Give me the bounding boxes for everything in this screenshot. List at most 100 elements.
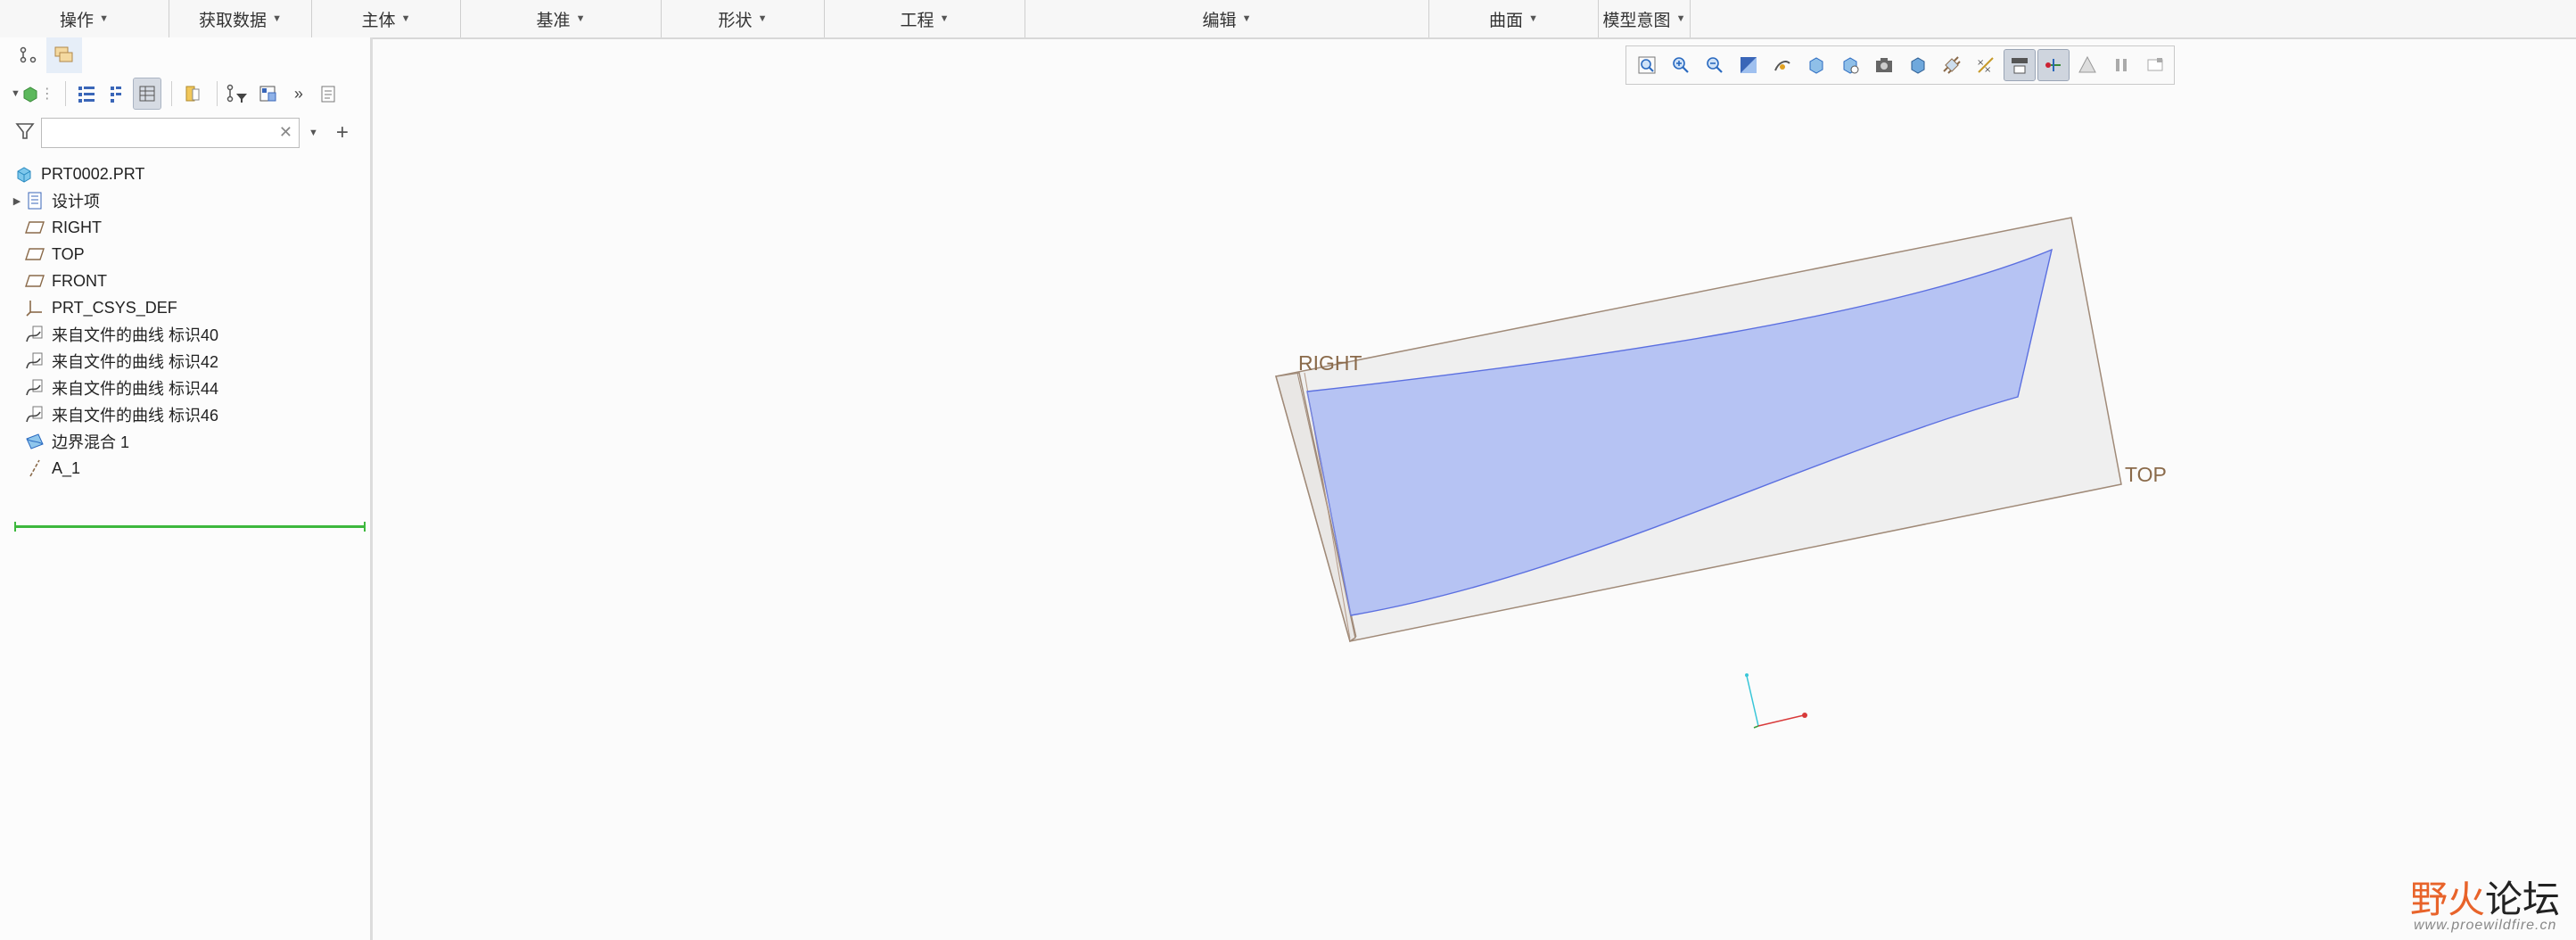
chevron-down-icon: ▼ <box>99 13 109 24</box>
ribbon-group-get-data[interactable]: 获取数据 ▼ <box>169 0 312 37</box>
chevron-down-icon: ▼ <box>1528 13 1538 24</box>
tree-item[interactable]: A_1 <box>11 455 371 482</box>
datum-plane-right-label: RIGHT <box>1298 351 1362 375</box>
toolbar-separator <box>64 81 66 106</box>
settings-button[interactable] <box>255 78 282 109</box>
tree-item-label: 来自文件的曲线 标识44 <box>52 380 219 398</box>
ribbon-group-operations[interactable]: 操作 ▼ <box>0 0 169 37</box>
collapse-all-button[interactable] <box>103 78 130 109</box>
ribbon-group-editing[interactable]: 编辑 ▼ <box>1025 0 1429 37</box>
search-field-wrapper: ✕ <box>41 118 300 148</box>
expand-list-icon <box>78 87 95 103</box>
tree-item-label: RIGHT <box>52 218 102 236</box>
tree-display-button[interactable]: ▼ ⋮ <box>11 78 54 109</box>
ribbon-group-surfaces[interactable]: 曲面 ▼ <box>1429 0 1599 37</box>
tree-filter-button[interactable] <box>225 78 251 109</box>
filter-tree-icon <box>226 84 247 103</box>
curve-from-file-icon <box>23 404 46 425</box>
tree-settings-icon <box>259 86 276 102</box>
datum-plane-icon <box>23 270 46 292</box>
ribbon-group-datum[interactable]: 基准 ▼ <box>461 0 662 37</box>
show-hide-icon <box>185 86 200 102</box>
toolbar-separator <box>170 81 172 106</box>
layers-icon <box>54 46 73 62</box>
design-items-icon <box>23 190 46 211</box>
part-icon <box>23 87 37 103</box>
tree-item-label: TOP <box>52 244 85 263</box>
datum-plane-icon <box>23 217 46 238</box>
tree-item-label: FRONT <box>52 271 107 290</box>
chevron-down-icon: ▼ <box>1241 13 1252 24</box>
part-file-icon <box>12 163 36 185</box>
chevron-down-icon: ▼ <box>575 13 586 24</box>
tree-item-label: 来自文件的曲线 标识40 <box>52 326 219 344</box>
tree-toolbar: ▼ ⋮ » <box>11 75 371 112</box>
tree-item[interactable]: FRONT <box>11 268 371 294</box>
model-tree-panel: ▼ ⋮ » ✕ ▼ + PRT0002.PRT ▶ 设计项 RIGHT TOP FRONT… <box>0 37 373 940</box>
tree-root-node[interactable]: PRT0002.PRT <box>12 161 371 187</box>
tree-item-label: 来自文件的曲线 标识42 <box>52 353 219 371</box>
overflow-chevron-icon[interactable]: » <box>285 78 312 109</box>
chevron-down-icon: ▼ <box>11 88 21 99</box>
chevron-down-icon: ▼ <box>1675 13 1686 24</box>
tree-item-label: 边界混合 1 <box>52 433 130 451</box>
tree-filter-row: ✕ ▼ + <box>11 112 371 153</box>
boundary-blend-icon <box>23 431 46 452</box>
show-button[interactable] <box>179 78 206 109</box>
tree-item[interactable]: 来自文件的曲线 标识42 <box>11 348 371 375</box>
tree-item[interactable]: PRT_CSYS_DEF <box>11 294 371 321</box>
ribbon-group-bar: 操作 ▼ 获取数据 ▼ 主体 ▼ 基准 ▼ 形状 ▼ 工程 ▼ 编辑 ▼ 曲面 ▼ 模型意图 ▼ <box>0 0 2576 39</box>
notes-icon <box>321 86 335 103</box>
datum-plane-icon <box>23 243 46 265</box>
collapse-list-icon <box>110 87 121 103</box>
curve-from-file-icon <box>23 350 46 372</box>
datum-axis-icon <box>23 458 46 479</box>
chevron-down-icon: ▼ <box>757 13 768 24</box>
more-dots-icon: ⋮ <box>39 87 54 102</box>
tree-item[interactable]: ▶ 设计项 <box>11 187 371 214</box>
notes-button[interactable] <box>316 78 342 109</box>
tree-item-label: 设计项 <box>52 193 100 210</box>
ribbon-group-body[interactable]: 主体 ▼ <box>312 0 461 37</box>
table-columns-icon <box>139 86 155 102</box>
expand-all-button[interactable] <box>73 78 100 109</box>
search-options-chevron-icon[interactable]: ▼ <box>309 128 318 138</box>
filter-funnel-icon[interactable] <box>14 120 36 146</box>
coordinate-system-triad <box>1745 673 1807 729</box>
curve-from-file-icon <box>23 324 46 345</box>
tab-model-tree[interactable] <box>11 37 46 73</box>
search-input[interactable] <box>41 118 300 148</box>
watermark-logo: 野火论坛 www.proewildfire.cn <box>2410 870 2561 933</box>
tree-item-label: A_1 <box>52 458 81 477</box>
chevron-down-icon: ▼ <box>939 13 950 24</box>
watermark-url: www.proewildfire.cn <box>2414 918 2557 933</box>
coordinate-system-icon <box>23 297 46 318</box>
tree-item[interactable]: 来自文件的曲线 标识46 <box>11 401 371 428</box>
chevron-down-icon: ▼ <box>272 13 282 24</box>
panel-tabs <box>11 37 371 73</box>
tree-item[interactable]: 来自文件的曲线 标识40 <box>11 321 371 348</box>
clear-search-icon[interactable]: ✕ <box>279 123 292 142</box>
ribbon-group-model-intent[interactable]: 模型意图 ▼ <box>1599 0 1691 37</box>
watermark-brand: 野火论坛 <box>2410 878 2561 921</box>
tree-item[interactable]: TOP <box>11 241 371 268</box>
toolbar-separator <box>216 81 218 106</box>
tree-columns-button[interactable] <box>132 78 161 110</box>
ribbon-group-shapes[interactable]: 形状 ▼ <box>662 0 825 37</box>
expand-arrow-icon[interactable]: ▶ <box>11 195 23 207</box>
insert-here-indicator[interactable] <box>14 522 366 532</box>
tree-item-label: PRT_CSYS_DEF <box>52 298 177 317</box>
model-tree-icon <box>20 46 37 63</box>
tree-item[interactable]: 边界混合 1 <box>11 428 371 455</box>
ribbon-group-engineering[interactable]: 工程 ▼ <box>825 0 1025 37</box>
model-tree: PRT0002.PRT ▶ 设计项 RIGHT TOP FRONT PRT_CSYS_DE… <box>11 161 371 482</box>
add-filter-icon[interactable]: + <box>336 120 349 145</box>
tree-item[interactable]: RIGHT <box>11 214 371 241</box>
tree-root-label: PRT0002.PRT <box>41 164 145 183</box>
chevron-down-icon: ▼ <box>400 13 411 24</box>
tab-layer-tree[interactable] <box>46 37 82 73</box>
curve-from-file-icon <box>23 377 46 399</box>
graphics-viewport[interactable]: RIGHT TOP <box>375 39 2576 940</box>
tree-item[interactable]: 来自文件的曲线 标识44 <box>11 375 371 401</box>
datum-plane-top-label: TOP <box>2125 463 2167 486</box>
